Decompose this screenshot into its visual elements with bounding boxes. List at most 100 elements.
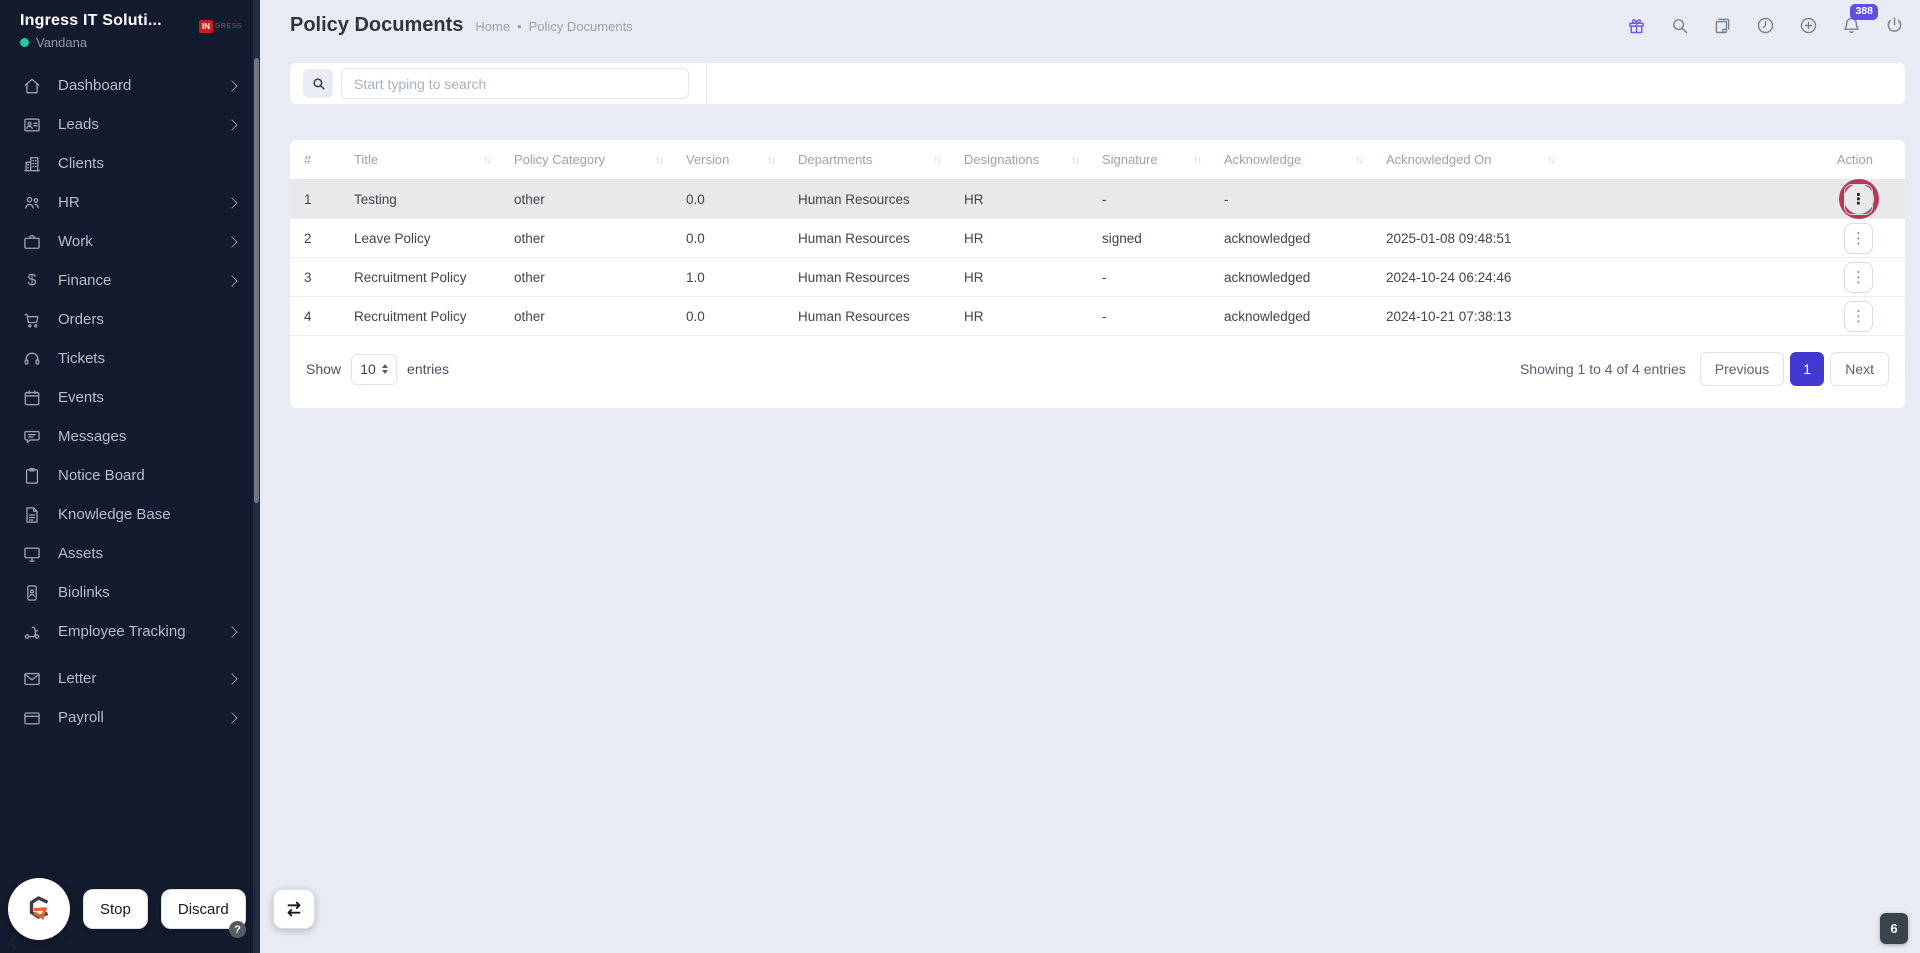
- sort-icon: ↑↓: [1071, 153, 1080, 166]
- main-content: Policy Documents Home • Policy Documents…: [260, 0, 1920, 953]
- table-row[interactable]: 1 Testing other 0.0 Human Resources HR -…: [290, 179, 1905, 219]
- breadcrumb: Home • Policy Documents: [475, 19, 632, 34]
- help-badge[interactable]: ?: [229, 921, 246, 938]
- col-title[interactable]: Title ↑↓: [340, 140, 500, 180]
- col-version[interactable]: Version ↑↓: [672, 140, 784, 180]
- search-prefix-icon[interactable]: [303, 69, 333, 98]
- company-name: Ingress IT Soluti...: [20, 12, 162, 29]
- sidebar-item-tickets[interactable]: Tickets: [0, 339, 260, 378]
- clipboard-icon: [22, 466, 42, 486]
- current-page-button[interactable]: 1: [1790, 352, 1825, 386]
- app-root: Ingress IT Soluti... Vandana IN GRESS Da…: [0, 0, 1920, 953]
- plus-circle-icon[interactable]: [1797, 14, 1819, 36]
- col-departments[interactable]: Departments ↑↓: [784, 140, 950, 180]
- brand-logo-text: GRESS: [214, 23, 242, 30]
- previous-page-button[interactable]: Previous: [1699, 352, 1785, 386]
- breadcrumb-current: Policy Documents: [528, 18, 633, 34]
- col-action: Action: [1809, 140, 1905, 180]
- select-arrows-icon: [381, 364, 388, 374]
- chevron-right-icon: [226, 196, 238, 209]
- toolbar-divider: [706, 63, 707, 104]
- row-action-menu-button[interactable]: ⋮: [1844, 222, 1873, 254]
- sidebar-item-biolinks[interactable]: Biolinks: [0, 573, 260, 612]
- sidebar-item-work[interactable]: Work: [0, 222, 260, 261]
- search-icon[interactable]: [1668, 14, 1690, 36]
- table-header-row: # Title ↑↓ Policy Category ↑↓ Version ↑↓ De…: [290, 140, 1905, 180]
- col-num: #: [290, 140, 340, 180]
- sidebar-nav: Dashboard Leads Clients HR Work $ Financ…: [0, 66, 260, 737]
- calendar-icon: [22, 388, 42, 408]
- sidebar-item-finance[interactable]: $ Finance: [0, 261, 260, 300]
- page-size-select[interactable]: 10: [351, 353, 398, 385]
- row-action-menu-button[interactable]: ⋮: [1844, 300, 1873, 332]
- search-input[interactable]: [341, 68, 689, 99]
- sidebar-item-clients[interactable]: Clients: [0, 144, 260, 183]
- page-title: Policy Documents: [290, 13, 464, 36]
- sidebar-item-leads[interactable]: Leads: [0, 105, 260, 144]
- sidebar-item-orders[interactable]: Orders: [0, 300, 260, 339]
- pagination-summary: Showing 1 to 4 of 4 entries: [1519, 361, 1686, 377]
- row-action-menu-button[interactable]: ⋮: [1844, 183, 1873, 215]
- clock-icon[interactable]: [1754, 14, 1776, 36]
- power-icon[interactable]: [1883, 14, 1905, 36]
- swap-arrows-button[interactable]: [272, 889, 315, 929]
- sort-icon: ↑↓: [767, 153, 776, 166]
- chat-bubble-icon: [22, 427, 42, 447]
- table-footer: Show 10 entries Showing 1 to 4 of 4 entr…: [290, 336, 1905, 404]
- monitor-icon: [22, 544, 42, 564]
- sidebar-item-notice-board[interactable]: Notice Board: [0, 456, 260, 495]
- headset-icon: [22, 349, 42, 369]
- breadcrumb-home[interactable]: Home: [475, 19, 510, 34]
- user-name: Vandana: [36, 35, 88, 50]
- count-badge[interactable]: 6: [1880, 913, 1908, 944]
- sidebar-item-assets[interactable]: Assets: [0, 534, 260, 573]
- sidebar-item-employee-tracking[interactable]: Employee Tracking: [0, 612, 260, 651]
- col-acknowledged-on[interactable]: Acknowledged On ↑↓: [1372, 140, 1564, 180]
- table-row[interactable]: 3 Recruitment Policy other 1.0 Human Res…: [290, 257, 1905, 297]
- sidebar-item-letter[interactable]: Letter: [0, 659, 260, 698]
- agent-logo-button[interactable]: [8, 878, 70, 940]
- policy-table-card: # Title ↑↓ Policy Category ↑↓ Version ↑↓ De…: [290, 140, 1905, 408]
- sort-icon: ↑↓: [1355, 153, 1364, 166]
- notes-icon[interactable]: [1711, 14, 1733, 36]
- stop-button[interactable]: Stop: [83, 889, 148, 929]
- policy-table: # Title ↑↓ Policy Category ↑↓ Version ↑↓ De…: [290, 140, 1905, 336]
- chevron-right-icon: [226, 672, 238, 685]
- sidebar-item-payroll[interactable]: Payroll: [0, 698, 260, 737]
- sidebar-item-messages[interactable]: Messages: [0, 417, 260, 456]
- col-acknowledge[interactable]: Acknowledge ↑↓: [1210, 140, 1372, 180]
- chevron-right-icon: [226, 711, 238, 724]
- document-icon: [22, 505, 42, 525]
- sidebar-item-events[interactable]: Events: [0, 378, 260, 417]
- sidebar: Ingress IT Soluti... Vandana IN GRESS Da…: [0, 0, 260, 953]
- sidebar-header: Ingress IT Soluti... Vandana IN GRESS: [0, 0, 260, 56]
- table-row[interactable]: 4 Recruitment Policy other 0.0 Human Res…: [290, 296, 1905, 336]
- col-policy-category[interactable]: Policy Category ↑↓: [500, 140, 672, 180]
- briefcase-icon: [22, 232, 42, 252]
- envelope-icon: [22, 669, 42, 689]
- bell-icon[interactable]: 388: [1840, 4, 1878, 36]
- entries-label: entries: [407, 361, 450, 377]
- sidebar-item-hr[interactable]: HR: [0, 183, 260, 222]
- search-toolbar: [290, 63, 1905, 104]
- brand-logo: IN GRESS: [198, 20, 242, 33]
- wallet-icon: [22, 708, 42, 728]
- col-signature[interactable]: Signature ↑↓: [1088, 140, 1210, 180]
- users-icon: [22, 193, 42, 213]
- table-row[interactable]: 2 Leave Policy other 0.0 Human Resources…: [290, 218, 1905, 258]
- leads-card-icon: [22, 115, 42, 135]
- sidebar-item-dashboard[interactable]: Dashboard: [0, 66, 260, 105]
- pager: Previous 1 Next: [1699, 352, 1889, 386]
- sidebar-item-knowledge-base[interactable]: Knowledge Base: [0, 495, 260, 534]
- agent-control-bar: Stop Discard: [8, 878, 315, 940]
- row-action-menu-button[interactable]: ⋮: [1844, 261, 1873, 293]
- dollar-icon: $: [27, 271, 37, 289]
- collapse-arrow-icon[interactable]: ❮: [7, 933, 19, 950]
- gift-icon[interactable]: [1625, 14, 1647, 36]
- sort-icon: ↑↓: [655, 153, 664, 166]
- sort-icon: ↑↓: [1547, 153, 1556, 166]
- col-designations[interactable]: Designations ↑↓: [950, 140, 1088, 180]
- next-page-button[interactable]: Next: [1830, 352, 1889, 386]
- breadcrumb-separator: •: [517, 18, 522, 34]
- sidebar-scrollbar-thumb[interactable]: [254, 58, 259, 503]
